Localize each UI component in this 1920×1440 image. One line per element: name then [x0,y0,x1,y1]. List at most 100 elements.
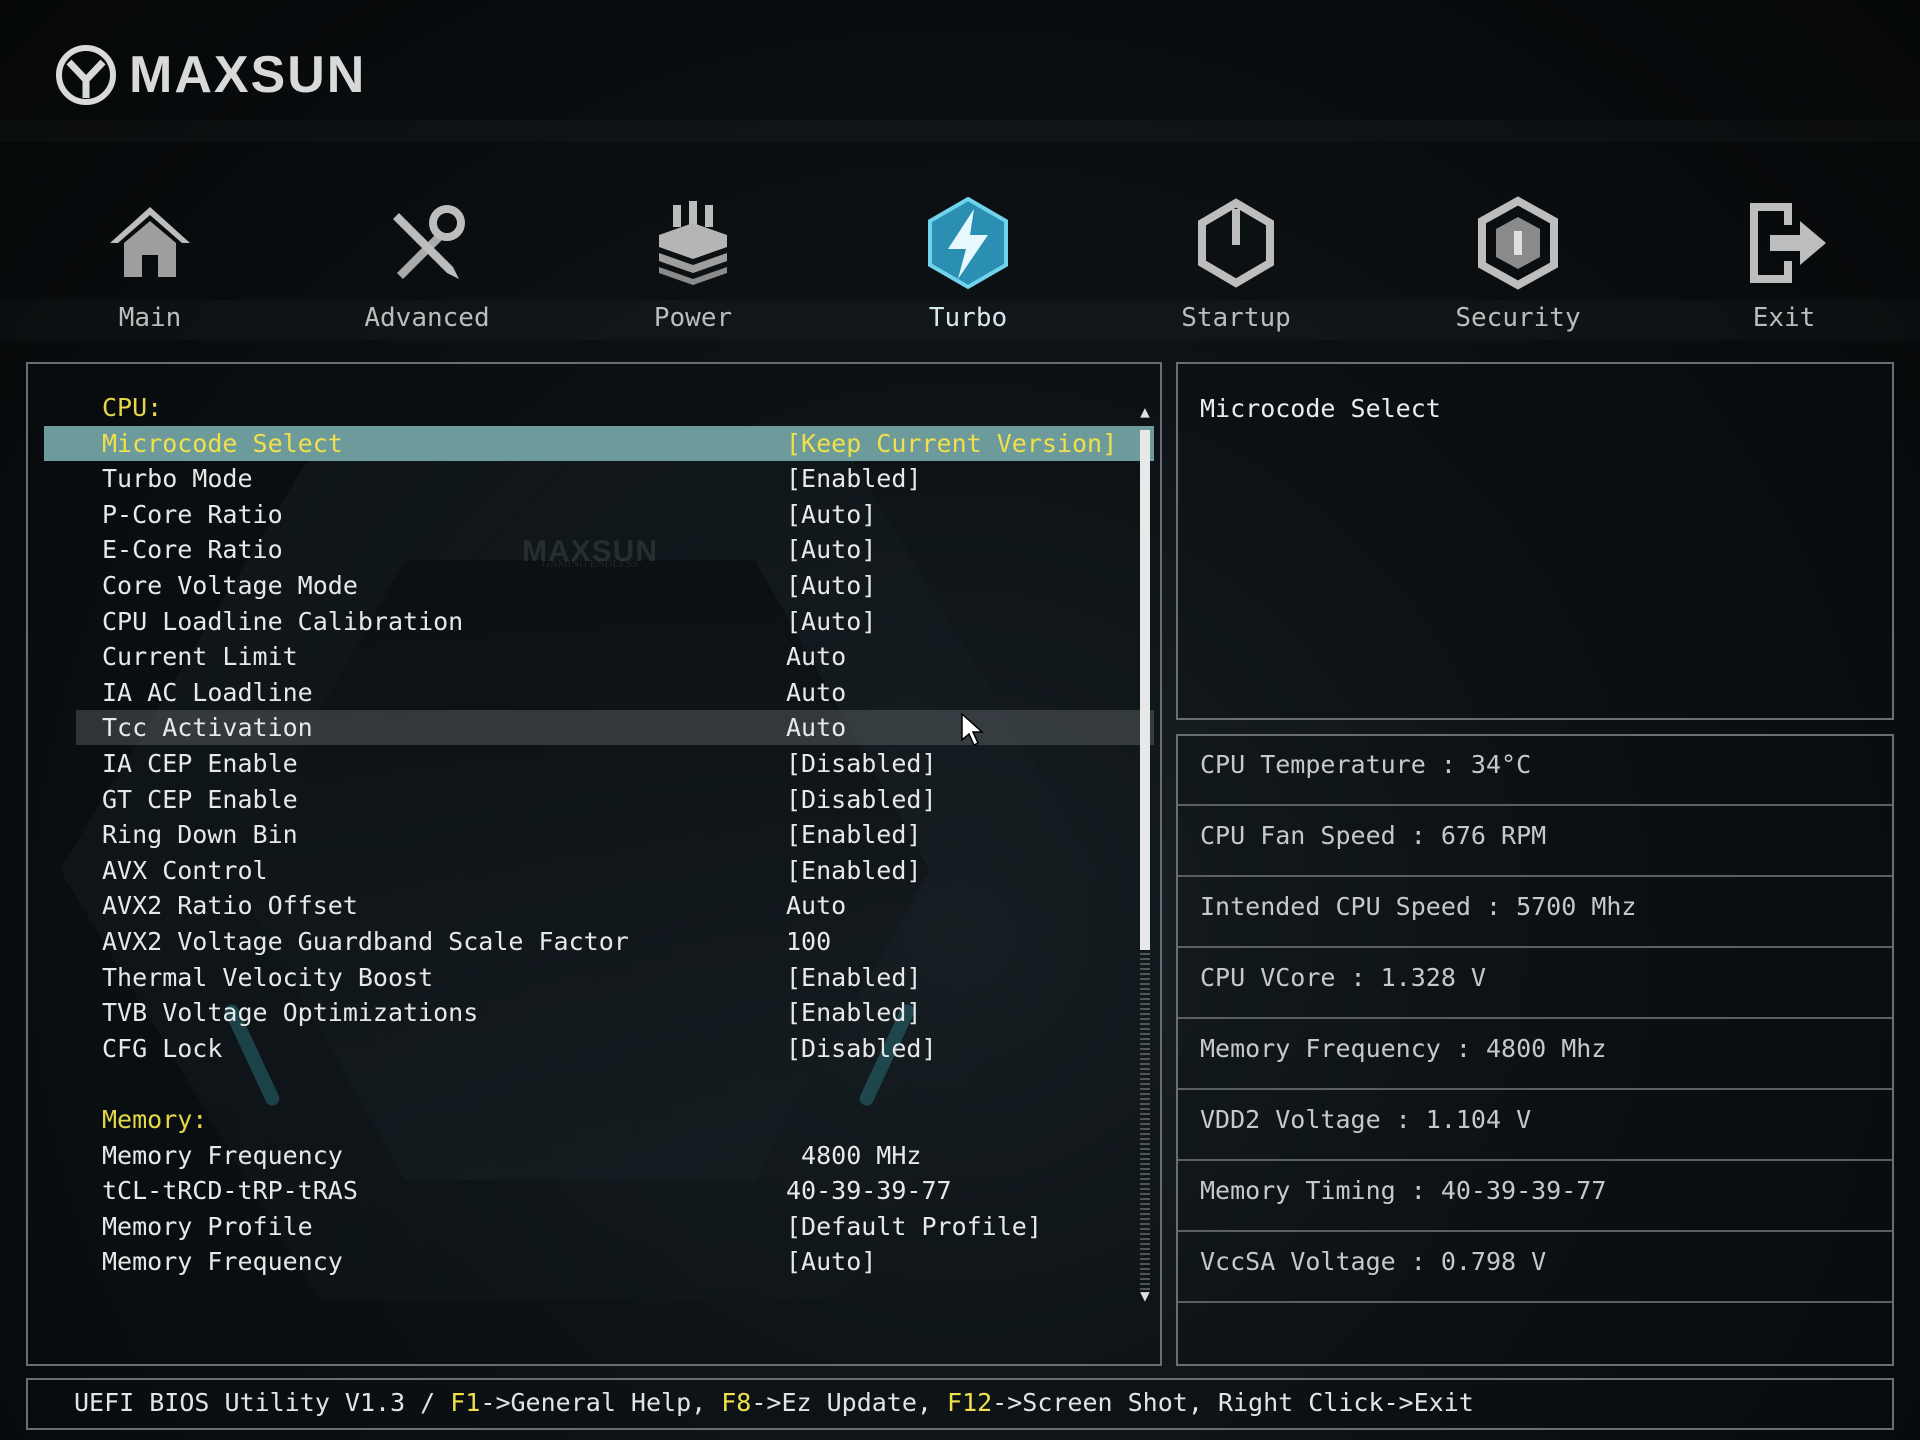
background-stripe [0,120,1920,142]
stat-row: Memory Timing : 40-39-39-77 [1178,1162,1892,1232]
section-label: Memory: [102,1105,208,1134]
hardware-monitor-panel: CPU Temperature : 34°C CPU Fan Speed : 6… [1176,734,1894,1366]
lightning-bolt-icon [928,196,1008,290]
scroll-down-arrow-icon[interactable]: ▼ [1138,1288,1152,1304]
help-panel: Microcode Select [1176,362,1894,720]
footer-f1-key: F1 [450,1388,481,1417]
scrollbar[interactable]: ▲ ▼ [1138,404,1152,1304]
setting-label: AVX2 Voltage Guardband Scale Factor [102,927,629,956]
setting-row-thermal-velocity-boost[interactable]: Thermal Velocity Boost [Enabled] [44,960,1154,995]
setting-row-p-core-ratio[interactable]: P-Core Ratio [Auto] [44,497,1154,532]
setting-row-microcode-select[interactable]: Microcode Select [Keep Current Version] [44,425,1154,461]
scrollbar-thumb[interactable] [1140,430,1150,950]
setting-row-cfg-lock[interactable]: CFG Lock [Disabled] [44,1031,1154,1066]
nav-tab-turbo[interactable]: Turbo [868,195,1068,333]
footer-f1-text: ->General Help, [480,1388,722,1417]
setting-row-memory-profile[interactable]: Memory Profile [Default Profile] [44,1209,1154,1244]
nav-tab-exit[interactable]: Exit [1684,195,1884,333]
setting-value[interactable]: [Enabled] [786,853,921,888]
setting-label: Current Limit [102,642,298,672]
setting-value[interactable]: Auto [786,710,846,745]
stat-vccsa-voltage: VccSA Voltage : 0.798 V [1200,1247,1547,1276]
setting-value[interactable]: [Keep Current Version] [786,426,1117,461]
setting-label: Core Voltage Mode [102,571,358,600]
nav-tab-security[interactable]: Security [1418,195,1618,333]
setting-value[interactable]: [Default Profile] [786,1209,1042,1244]
nav-tab-startup[interactable]: Startup [1136,195,1336,333]
setting-label: Memory Frequency [102,1140,343,1170]
setting-value[interactable]: [Enabled] [786,995,921,1030]
setting-value[interactable]: [Enabled] [786,960,921,995]
power-button-icon [1198,198,1274,288]
footer-help-text: UEFI BIOS Utility V1.3 / F1->General Hel… [74,1388,1474,1417]
setting-row-ia-ac-loadline[interactable]: IA AC Loadline Auto [44,675,1154,710]
section-header-memory: Memory: [44,1102,1154,1137]
setting-row-turbo-mode[interactable]: Turbo Mode [Enabled] [44,461,1154,496]
setting-row-tcc-activation[interactable]: Tcc Activation Auto [76,710,1154,746]
nav-tab-main[interactable]: Main [50,195,250,333]
setting-row-avx2-voltage-guardband-scale-factor[interactable]: AVX2 Voltage Guardband Scale Factor 100 [44,924,1154,959]
setting-row-tcl-trcd-trp-tras[interactable]: tCL-tRCD-tRP-tRAS 40-39-39-77 [44,1173,1154,1208]
nav-tab-power[interactable]: Power [593,195,793,333]
setting-value[interactable]: 40-39-39-77 [786,1173,952,1208]
setting-row-current-limit[interactable]: Current Limit Auto [44,639,1154,674]
setting-value[interactable]: Auto [786,675,846,710]
setting-value[interactable]: Auto [786,639,846,674]
setting-label: P-Core Ratio [102,499,283,529]
stat-vdd2-voltage: VDD2 Voltage : 1.104 V [1200,1105,1532,1134]
setting-label: IA AC Loadline [102,677,313,707]
setting-label: tCL-tRCD-tRP-tRAS [102,1176,358,1206]
setting-value[interactable]: [Enabled] [786,461,921,496]
stat-row: CPU VCore : 1.328 V [1178,949,1892,1019]
scroll-up-arrow-icon[interactable]: ▲ [1138,404,1152,420]
setting-value[interactable]: [Auto] [786,532,876,567]
setting-row-ring-down-bin[interactable]: Ring Down Bin [Enabled] [44,817,1154,852]
stat-memory-timing: Memory Timing : 40-39-39-77 [1200,1176,1607,1205]
footer-f12-text: ->Screen Shot, Right Click->Exit [992,1388,1474,1417]
setting-label: Memory Profile [102,1211,313,1241]
exit-door-icon [1750,203,1826,283]
setting-label: Tcc Activation [102,713,313,743]
setting-value[interactable]: [Auto] [786,497,876,532]
setting-row-cpu-loadline-calibration[interactable]: CPU Loadline Calibration [Auto] [44,604,1154,639]
setting-value[interactable]: 100 [786,924,831,959]
setting-row-gt-cep-enable[interactable]: GT CEP Enable [Disabled] [44,782,1154,817]
setting-value[interactable]: 4800 MHz [786,1138,921,1173]
setting-label: Ring Down Bin [102,820,298,850]
setting-row-memory-frequency[interactable]: Memory Frequency [Auto] [44,1244,1154,1279]
setting-row-core-voltage-mode[interactable]: Core Voltage Mode [Auto] [44,568,1154,603]
nav-tab-label: Exit [1752,303,1816,333]
footer-f8-key: F8 [721,1388,752,1417]
nav-tab-advanced[interactable]: Advanced [327,195,527,333]
setting-row-ia-cep-enable[interactable]: IA CEP Enable [Disabled] [44,746,1154,781]
stat-row: CPU Temperature : 34°C [1178,736,1892,806]
setting-row-avx-control[interactable]: AVX Control [Enabled] [44,853,1154,888]
setting-row-tvb-voltage-optimizations[interactable]: TVB Voltage Optimizations [Enabled] [44,995,1154,1030]
setting-row-memory-frequency[interactable]: Memory Frequency 4800 MHz [44,1138,1154,1173]
setting-value[interactable]: [Enabled] [786,817,921,852]
footer-f12-key: F12 [947,1388,993,1417]
brand-logo: MAXSUN [55,44,366,106]
setting-label: E-Core Ratio [102,535,283,565]
setting-value[interactable]: [Disabled] [786,746,937,781]
setting-value[interactable]: [Disabled] [786,782,937,817]
maxsun-logo-icon [56,45,116,105]
setting-row-avx2-ratio-offset[interactable]: AVX2 Ratio Offset Auto [44,888,1154,923]
setting-value[interactable]: [Auto] [786,568,876,603]
setting-value[interactable]: [Auto] [786,604,876,639]
nav-tab-label: Security [1455,303,1581,333]
section-label: CPU: [102,393,163,422]
stat-row: Intended CPU Speed : 5700 Mhz [1178,878,1892,948]
setting-label: Memory Frequency [102,1247,343,1277]
wrench-screwdriver-icon [393,205,465,279]
setting-value[interactable]: [Auto] [786,1244,876,1279]
setting-value[interactable]: Auto [786,888,846,923]
section-header-cpu: CPU: [44,390,1154,425]
setting-label: Turbo Mode [102,464,253,494]
setting-value[interactable]: [Disabled] [786,1031,937,1066]
brand-logo-text: MAXSUN [129,46,367,104]
setting-label: IA CEP Enable [102,749,298,778]
setting-row-e-core-ratio[interactable]: E-Core Ratio [Auto] [44,532,1154,567]
stat-row: CPU Fan Speed : 676 RPM [1178,807,1892,877]
settings-panel: CPU: Microcode Select [Keep Current Versio… [26,362,1162,1366]
